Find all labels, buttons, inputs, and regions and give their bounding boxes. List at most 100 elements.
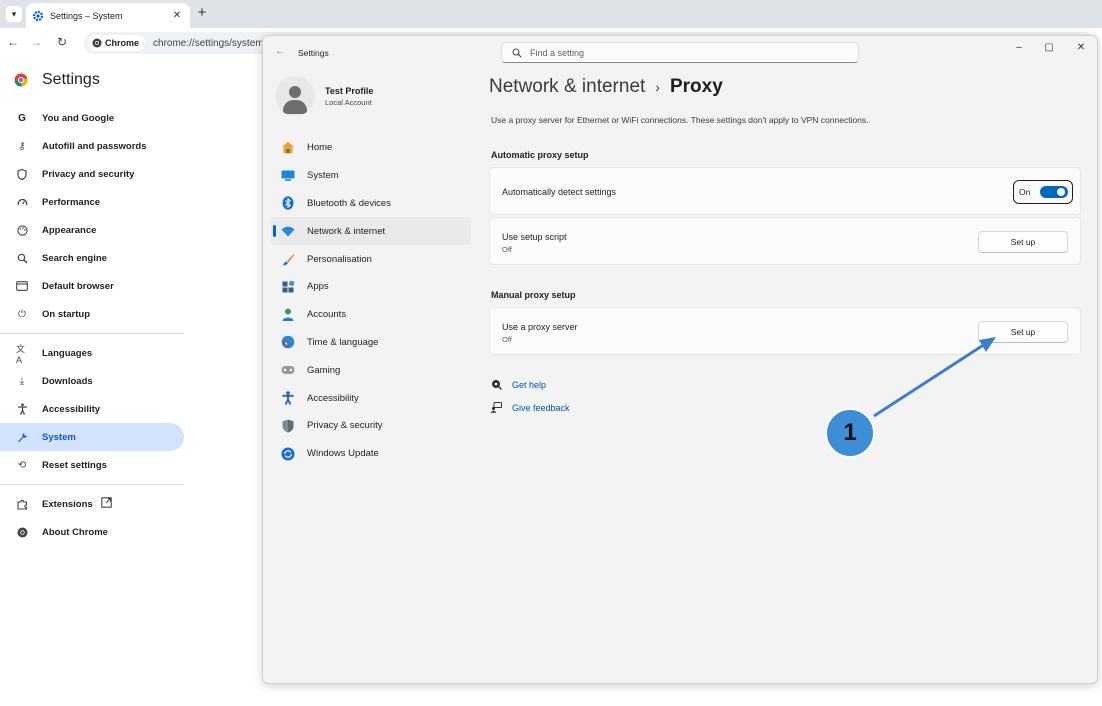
chrome-nav-accessibility[interactable]: Accessibility — [0, 395, 184, 423]
close-icon[interactable]: ✕ — [1073, 42, 1089, 56]
wifi-icon — [281, 224, 295, 238]
shield-icon — [16, 168, 28, 180]
give-feedback-label: Give feedback — [512, 402, 570, 413]
globe-clock-icon — [281, 335, 295, 349]
setup-script-state: Off — [502, 245, 512, 254]
win-nav-bluetooth[interactable]: Bluetooth & devices — [271, 190, 471, 218]
win-nav-windows-update[interactable]: Windows Update — [271, 440, 471, 468]
nav-label: You and Google — [42, 112, 115, 124]
nav-label: Windows Update — [307, 448, 379, 460]
win-nav-gaming[interactable]: Gaming — [271, 356, 471, 384]
win-nav-home[interactable]: Home — [271, 134, 471, 162]
chrome-nav-system[interactable]: System — [0, 423, 184, 451]
page-description: Use a proxy server for Ethernet or WiFi … — [491, 115, 869, 125]
win-nav-system[interactable]: System — [271, 162, 471, 190]
win-nav-accessibility[interactable]: Accessibility — [271, 384, 471, 412]
give-feedback-link[interactable]: Give feedback — [491, 402, 570, 413]
win-nav-apps[interactable]: Apps — [271, 273, 471, 301]
nav-label: Search engine — [42, 252, 107, 264]
chrome-nav-appearance[interactable]: Appearance — [0, 216, 184, 244]
download-icon: ⤓ — [19, 375, 25, 387]
tab-settings-system[interactable]: Settings – System ✕ — [26, 3, 190, 28]
apps-icon — [281, 280, 295, 294]
gamepad-icon — [281, 363, 295, 377]
maximize-icon[interactable]: ▢ — [1041, 42, 1057, 56]
close-icon[interactable]: ✕ — [170, 10, 184, 21]
toggle-switch[interactable] — [1040, 186, 1068, 198]
nav-label: Time & language — [307, 336, 379, 348]
profile-card[interactable]: Test Profile Local Account — [275, 76, 373, 116]
url-text: chrome://settings/system — [153, 37, 264, 49]
accessibility-icon — [281, 391, 295, 405]
section-title-manual: Manual proxy setup — [491, 290, 576, 300]
nav-label: Appearance — [42, 224, 97, 236]
find-setting-search[interactable]: Find a setting — [501, 42, 859, 63]
chrome-nav-default-browser[interactable]: Default browser — [0, 272, 184, 300]
gear-icon — [32, 10, 44, 21]
page-title: Proxy — [669, 76, 723, 97]
nav-label: Privacy & security — [307, 420, 383, 432]
section-title-automatic: Automatic proxy setup — [491, 150, 589, 160]
win-nav-accounts[interactable]: Accounts — [271, 301, 471, 329]
shield-icon — [281, 419, 295, 433]
chrome-nav-about-chrome[interactable]: About Chrome — [0, 518, 184, 546]
win-nav-time-language[interactable]: Time & language — [271, 329, 471, 357]
forward-arrow-icon[interactable]: → — [28, 34, 44, 50]
nav-label: Gaming — [307, 364, 341, 376]
chrome-nav-you-and-google[interactable]: G You and Google — [0, 104, 184, 132]
breadcrumb-parent[interactable]: Network & internet — [489, 76, 645, 98]
get-help-label: Get help — [512, 379, 547, 390]
update-icon — [281, 447, 295, 461]
chrome-nav-languages[interactable]: 文A Languages — [0, 339, 184, 367]
chrome-nav-search-engine[interactable]: Search engine — [0, 244, 184, 272]
nav-label: Network & internet — [307, 225, 386, 237]
nav-label: System — [42, 431, 76, 443]
puzzle-icon — [16, 498, 28, 510]
minimize-icon[interactable]: – — [1011, 42, 1027, 56]
chrome-settings-header: Settings — [14, 70, 100, 90]
chrome-nav-privacy[interactable]: Privacy and security — [0, 160, 184, 188]
setup-script-set-up-button[interactable]: Set up — [978, 231, 1068, 253]
win-nav-network[interactable]: Network & internet — [271, 217, 471, 246]
chip-label: Chrome — [105, 38, 140, 48]
win-nav-privacy-security[interactable]: Privacy & security — [271, 412, 471, 440]
google-icon: G — [18, 112, 26, 124]
proxy-server-set-up-button[interactable]: Set up — [978, 321, 1068, 343]
tab-search-button[interactable]: ▾ — [6, 6, 22, 22]
reload-icon[interactable]: ↻ — [54, 34, 70, 50]
chrome-nav-extensions[interactable]: Extensions — [0, 490, 184, 518]
key-icon: ⚷ — [18, 140, 26, 152]
chrome-nav-performance[interactable]: Performance — [0, 188, 184, 216]
auto-detect-card: Automatically detect settings On — [489, 167, 1081, 215]
nav-label: Accessibility — [307, 392, 359, 404]
step-number-badge: 1 — [825, 408, 875, 458]
nav-label: Autofill and passwords — [42, 140, 147, 152]
chrome-icon — [16, 526, 28, 538]
win-nav-personalisation[interactable]: Personalisation — [271, 245, 471, 273]
new-tab-button[interactable]: + — [195, 4, 209, 22]
profile-account-type: Local Account — [325, 97, 372, 107]
speedometer-icon — [16, 196, 28, 208]
chrome-nav-autofill[interactable]: ⚷ Autofill and passwords — [0, 132, 184, 160]
breadcrumb-separator: › — [655, 79, 660, 95]
search-icon — [512, 48, 522, 58]
home-icon — [281, 141, 295, 155]
nav-label: Personalisation — [307, 253, 372, 265]
site-info-chip[interactable]: Chrome — [88, 35, 146, 51]
auto-detect-toggle[interactable]: On — [1013, 180, 1073, 204]
chrome-nav-reset-settings[interactable]: ⟲ Reset settings — [0, 451, 184, 479]
divider — [0, 333, 184, 334]
nav-label: Privacy and security — [42, 168, 135, 180]
setup-script-card: Use setup script Off Set up — [489, 217, 1081, 265]
nav-label: Extensions — [42, 498, 93, 510]
back-arrow-icon[interactable]: ← — [5, 34, 21, 50]
back-arrow-icon[interactable]: ← — [275, 46, 285, 57]
get-help-link[interactable]: Get help — [491, 379, 546, 390]
auto-detect-label: Automatically detect settings — [502, 187, 617, 197]
chrome-settings-nav: G You and Google ⚷ Autofill and password… — [0, 104, 184, 546]
chrome-nav-on-startup[interactable]: ⏻ On startup — [0, 300, 184, 328]
page-title: Settings — [42, 71, 100, 88]
tab-title: Settings – System — [50, 10, 123, 21]
chrome-nav-downloads[interactable]: ⤓ Downloads — [0, 367, 184, 395]
proxy-server-label: Use a proxy server — [502, 322, 578, 332]
